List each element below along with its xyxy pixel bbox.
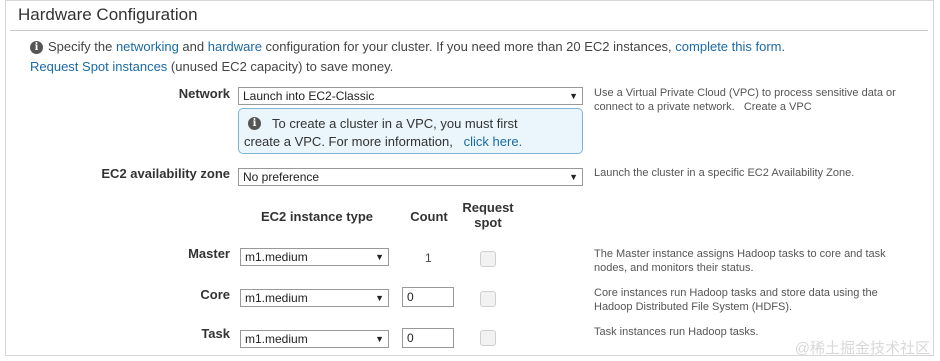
az-select[interactable]: No preference ▼ xyxy=(238,168,583,186)
network-label: Network xyxy=(178,86,230,101)
az-help: Launch the cluster in a specific EC2 Ava… xyxy=(594,167,855,179)
request-spot-link[interactable]: Request Spot instances xyxy=(30,59,167,74)
task-request-spot-checkbox[interactable] xyxy=(480,330,496,346)
col-count: Count xyxy=(410,209,448,224)
task-type-value: m1.medium xyxy=(245,332,308,346)
core-help: Core instances run Hadoop tasks and stor… xyxy=(594,287,878,313)
col-request-spot-line2: spot xyxy=(474,215,502,230)
task-count-input[interactable]: 0 xyxy=(402,328,454,348)
network-help: Use a Virtual Private Cloud (VPC) to pro… xyxy=(594,86,899,114)
master-label: Master xyxy=(188,246,230,261)
create-vpc-link[interactable]: Create a VPC xyxy=(744,101,812,113)
master-request-spot-checkbox[interactable] xyxy=(480,251,496,267)
dropdown-arrow-icon: ▼ xyxy=(375,293,384,303)
core-label: Core xyxy=(200,287,230,302)
notice-line2-text: create a VPC. For more information, xyxy=(244,134,453,149)
intro-text-line2: Request Spot instances (unused EC2 capac… xyxy=(30,59,393,74)
master-count: 1 xyxy=(425,251,432,265)
col-request-spot: Request spot xyxy=(460,200,516,230)
task-instance-type-select[interactable]: m1.medium ▼ xyxy=(240,330,389,348)
network-select-value: Launch into EC2-Classic xyxy=(243,89,375,103)
dropdown-arrow-icon: ▼ xyxy=(375,334,384,344)
intro-text-part: configuration for your cluster. If you n… xyxy=(261,39,676,54)
hardware-link[interactable]: hardware xyxy=(208,39,262,54)
section-title: Hardware Configuration xyxy=(18,5,198,24)
master-type-value: m1.medium xyxy=(245,250,308,264)
title-divider xyxy=(10,30,928,31)
intro-text-part: (unused EC2 capacity) to save money. xyxy=(167,59,394,74)
task-help: Task instances run Hadoop tasks. xyxy=(594,326,759,338)
vpc-notice: i To create a cluster in a VPC, you must… xyxy=(238,108,583,154)
task-label: Task xyxy=(201,326,230,341)
networking-link[interactable]: networking xyxy=(116,39,179,54)
watermark: @稀土掘金技术社区 xyxy=(794,340,930,357)
click-here-link[interactable]: click here. xyxy=(464,134,523,149)
dropdown-arrow-icon: ▼ xyxy=(569,91,578,101)
master-instance-type-select[interactable]: m1.medium ▼ xyxy=(240,248,389,266)
intro-text: Specify the networking and hardware conf… xyxy=(48,39,785,54)
info-icon: i xyxy=(30,41,43,54)
intro-text-part: and xyxy=(178,39,208,54)
core-request-spot-checkbox[interactable] xyxy=(480,291,496,307)
core-instance-type-select[interactable]: m1.medium ▼ xyxy=(240,289,389,307)
info-icon: i xyxy=(248,117,261,130)
notice-line1: To create a cluster in a VPC, you must f… xyxy=(272,116,518,131)
network-select[interactable]: Launch into EC2-Classic ▼ xyxy=(238,87,583,105)
complete-form-link[interactable]: complete this form. xyxy=(675,39,785,54)
col-instance-type: EC2 instance type xyxy=(261,209,373,224)
notice-line2: create a VPC. For more information, clic… xyxy=(244,134,522,149)
dropdown-arrow-icon: ▼ xyxy=(375,252,384,262)
az-label: EC2 availability zone xyxy=(101,166,230,181)
col-request-spot-line1: Request xyxy=(462,200,514,215)
core-type-value: m1.medium xyxy=(245,291,308,305)
intro-text-part: Specify the xyxy=(48,39,116,54)
az-select-value: No preference xyxy=(243,170,320,184)
core-count-input[interactable]: 0 xyxy=(402,287,454,307)
dropdown-arrow-icon: ▼ xyxy=(569,172,578,182)
master-help: The Master instance assigns Hadoop tasks… xyxy=(594,248,886,274)
